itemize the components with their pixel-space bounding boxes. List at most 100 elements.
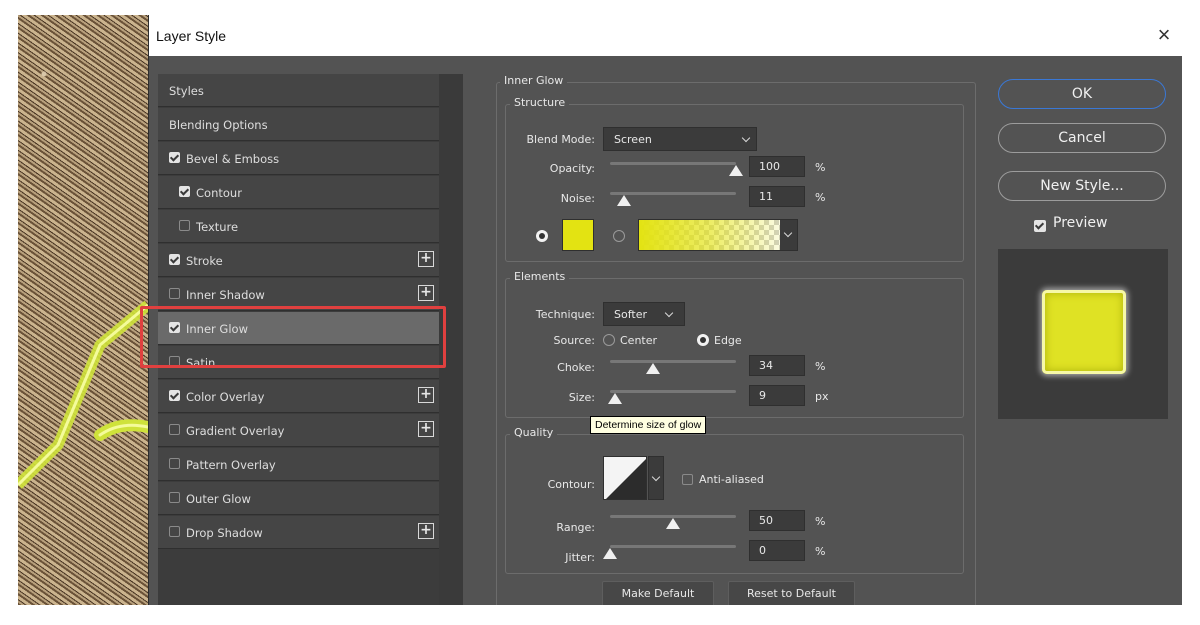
opacity-input[interactable]: 100 xyxy=(749,156,805,177)
checkbox-unchecked-icon[interactable] xyxy=(169,288,180,299)
blend-mode-label: Blend Mode: xyxy=(526,133,596,146)
preview-panel xyxy=(998,249,1168,419)
noise-input[interactable]: 11 xyxy=(749,186,805,207)
styles-list-item-outer-glow[interactable]: Outer Glow xyxy=(158,482,439,515)
chevron-down-icon xyxy=(664,308,674,318)
noise-slider-thumb[interactable] xyxy=(616,195,631,206)
technique-dropdown[interactable]: Softer xyxy=(603,302,685,326)
source-edge-label: Edge xyxy=(714,334,742,347)
checkbox-checked-icon[interactable] xyxy=(169,152,180,163)
gradient-dropdown[interactable] xyxy=(780,220,797,250)
opacity-label: Opacity: xyxy=(549,162,595,175)
checkbox-checked-icon[interactable] xyxy=(179,186,190,197)
range-unit: % xyxy=(815,515,826,528)
choke-input[interactable]: 34 xyxy=(749,355,805,376)
list-item-label: Contour xyxy=(196,186,242,200)
size-tooltip: Determine size of glow xyxy=(590,416,707,434)
checkbox-checked-icon[interactable] xyxy=(169,390,180,401)
contour-preview[interactable] xyxy=(603,456,647,500)
list-item-label: Styles xyxy=(169,84,204,98)
source-label: Source: xyxy=(553,334,596,347)
list-item-label: Color Overlay xyxy=(186,390,265,404)
new-style-button[interactable]: New Style... xyxy=(998,171,1166,201)
styles-list-item-contour[interactable]: Contour xyxy=(158,176,439,209)
checkbox-unchecked-icon[interactable] xyxy=(169,526,180,537)
chevron-down-icon xyxy=(741,133,751,143)
list-item-label: Outer Glow xyxy=(186,492,251,506)
add-effect-icon[interactable]: + xyxy=(418,523,434,539)
solid-color-radio[interactable] xyxy=(536,230,548,242)
styles-list-item-blending-options[interactable]: Blending Options xyxy=(158,108,439,141)
close-icon[interactable]: × xyxy=(1149,20,1179,50)
dialog-title: Layer Style xyxy=(156,28,227,44)
ok-button[interactable]: OK xyxy=(998,79,1166,109)
range-slider-thumb[interactable] xyxy=(666,518,680,529)
add-effect-icon[interactable]: + xyxy=(418,387,434,403)
styles-list-item-styles[interactable]: Styles xyxy=(158,74,439,107)
size-slider-thumb[interactable] xyxy=(608,393,623,404)
checkbox-unchecked-icon[interactable] xyxy=(179,220,190,231)
blend-mode-value: Screen xyxy=(614,133,652,146)
background-artwork xyxy=(18,15,148,605)
source-center-radio[interactable] xyxy=(603,334,615,346)
glow-color-swatch[interactable] xyxy=(562,219,594,251)
cancel-button[interactable]: Cancel xyxy=(998,123,1166,153)
choke-slider-thumb[interactable] xyxy=(645,363,660,374)
jitter-slider-track[interactable] xyxy=(610,545,736,548)
size-unit: px xyxy=(815,390,829,403)
size-slider-track[interactable] xyxy=(610,390,736,393)
noise-label: Noise: xyxy=(560,192,595,205)
choke-slider-track[interactable] xyxy=(610,360,736,363)
source-edge-radio[interactable] xyxy=(697,334,709,346)
styles-list-item-stroke[interactable]: Stroke + xyxy=(158,244,439,277)
choke-label: Choke: xyxy=(557,361,595,374)
list-item-label: Texture xyxy=(196,220,239,234)
reset-to-default-button[interactable]: Reset to Default xyxy=(728,581,855,605)
contour-label: Contour: xyxy=(547,478,595,491)
list-item-label: Inner Shadow xyxy=(186,288,265,302)
list-item-label: Stroke xyxy=(186,254,223,268)
opacity-slider-track[interactable] xyxy=(610,162,736,165)
checkbox-checked-icon[interactable] xyxy=(169,254,180,265)
jitter-label: Jitter: xyxy=(565,551,595,564)
source-center-label: Center xyxy=(620,334,658,347)
structure-title: Structure xyxy=(510,96,570,109)
styles-list-item-drop-shadow[interactable]: Drop Shadow + xyxy=(158,516,439,549)
choke-unit: % xyxy=(815,360,826,373)
preview-label: Preview xyxy=(1053,215,1108,231)
opacity-unit: % xyxy=(815,161,826,174)
gradient-radio[interactable] xyxy=(613,230,625,242)
checkbox-unchecked-icon[interactable] xyxy=(169,458,180,469)
styles-list-item-bevel-emboss[interactable]: Bevel & Emboss xyxy=(158,142,439,175)
styles-list-item-color-overlay[interactable]: Color Overlay + xyxy=(158,380,439,413)
anti-aliased-checkbox[interactable] xyxy=(682,474,693,485)
opacity-slider-thumb[interactable] xyxy=(729,165,743,176)
styles-list-item-texture[interactable]: Texture xyxy=(158,210,439,243)
jitter-slider-thumb[interactable] xyxy=(603,548,617,559)
range-input[interactable]: 50 xyxy=(749,510,805,531)
jitter-input[interactable]: 0 xyxy=(749,540,805,561)
preview-checkbox[interactable] xyxy=(1034,220,1046,232)
anti-aliased-label: Anti-aliased xyxy=(699,473,764,486)
make-default-button[interactable]: Make Default xyxy=(602,581,714,605)
size-input[interactable]: 9 xyxy=(749,385,805,406)
blend-mode-dropdown[interactable]: Screen xyxy=(603,127,757,151)
size-label: Size: xyxy=(568,391,595,404)
styles-list-item-gradient-overlay[interactable]: Gradient Overlay + xyxy=(158,414,439,447)
styles-list-item-pattern-overlay[interactable]: Pattern Overlay xyxy=(158,448,439,481)
add-effect-icon[interactable]: + xyxy=(418,421,434,437)
jitter-unit: % xyxy=(815,545,826,558)
checkbox-unchecked-icon[interactable] xyxy=(169,424,180,435)
contour-dropdown[interactable] xyxy=(648,456,664,500)
list-item-label: Blending Options xyxy=(169,118,268,132)
inner-glow-title: Inner Glow xyxy=(500,74,568,87)
gradient-preview[interactable] xyxy=(638,219,798,251)
technique-value: Softer xyxy=(614,308,647,321)
add-effect-icon[interactable]: + xyxy=(418,285,434,301)
checkbox-unchecked-icon[interactable] xyxy=(169,492,180,503)
noise-unit: % xyxy=(815,191,826,204)
add-effect-icon[interactable]: + xyxy=(418,251,434,267)
range-label: Range: xyxy=(556,521,595,534)
quality-title: Quality xyxy=(510,426,558,439)
preview-swatch xyxy=(1042,290,1126,374)
